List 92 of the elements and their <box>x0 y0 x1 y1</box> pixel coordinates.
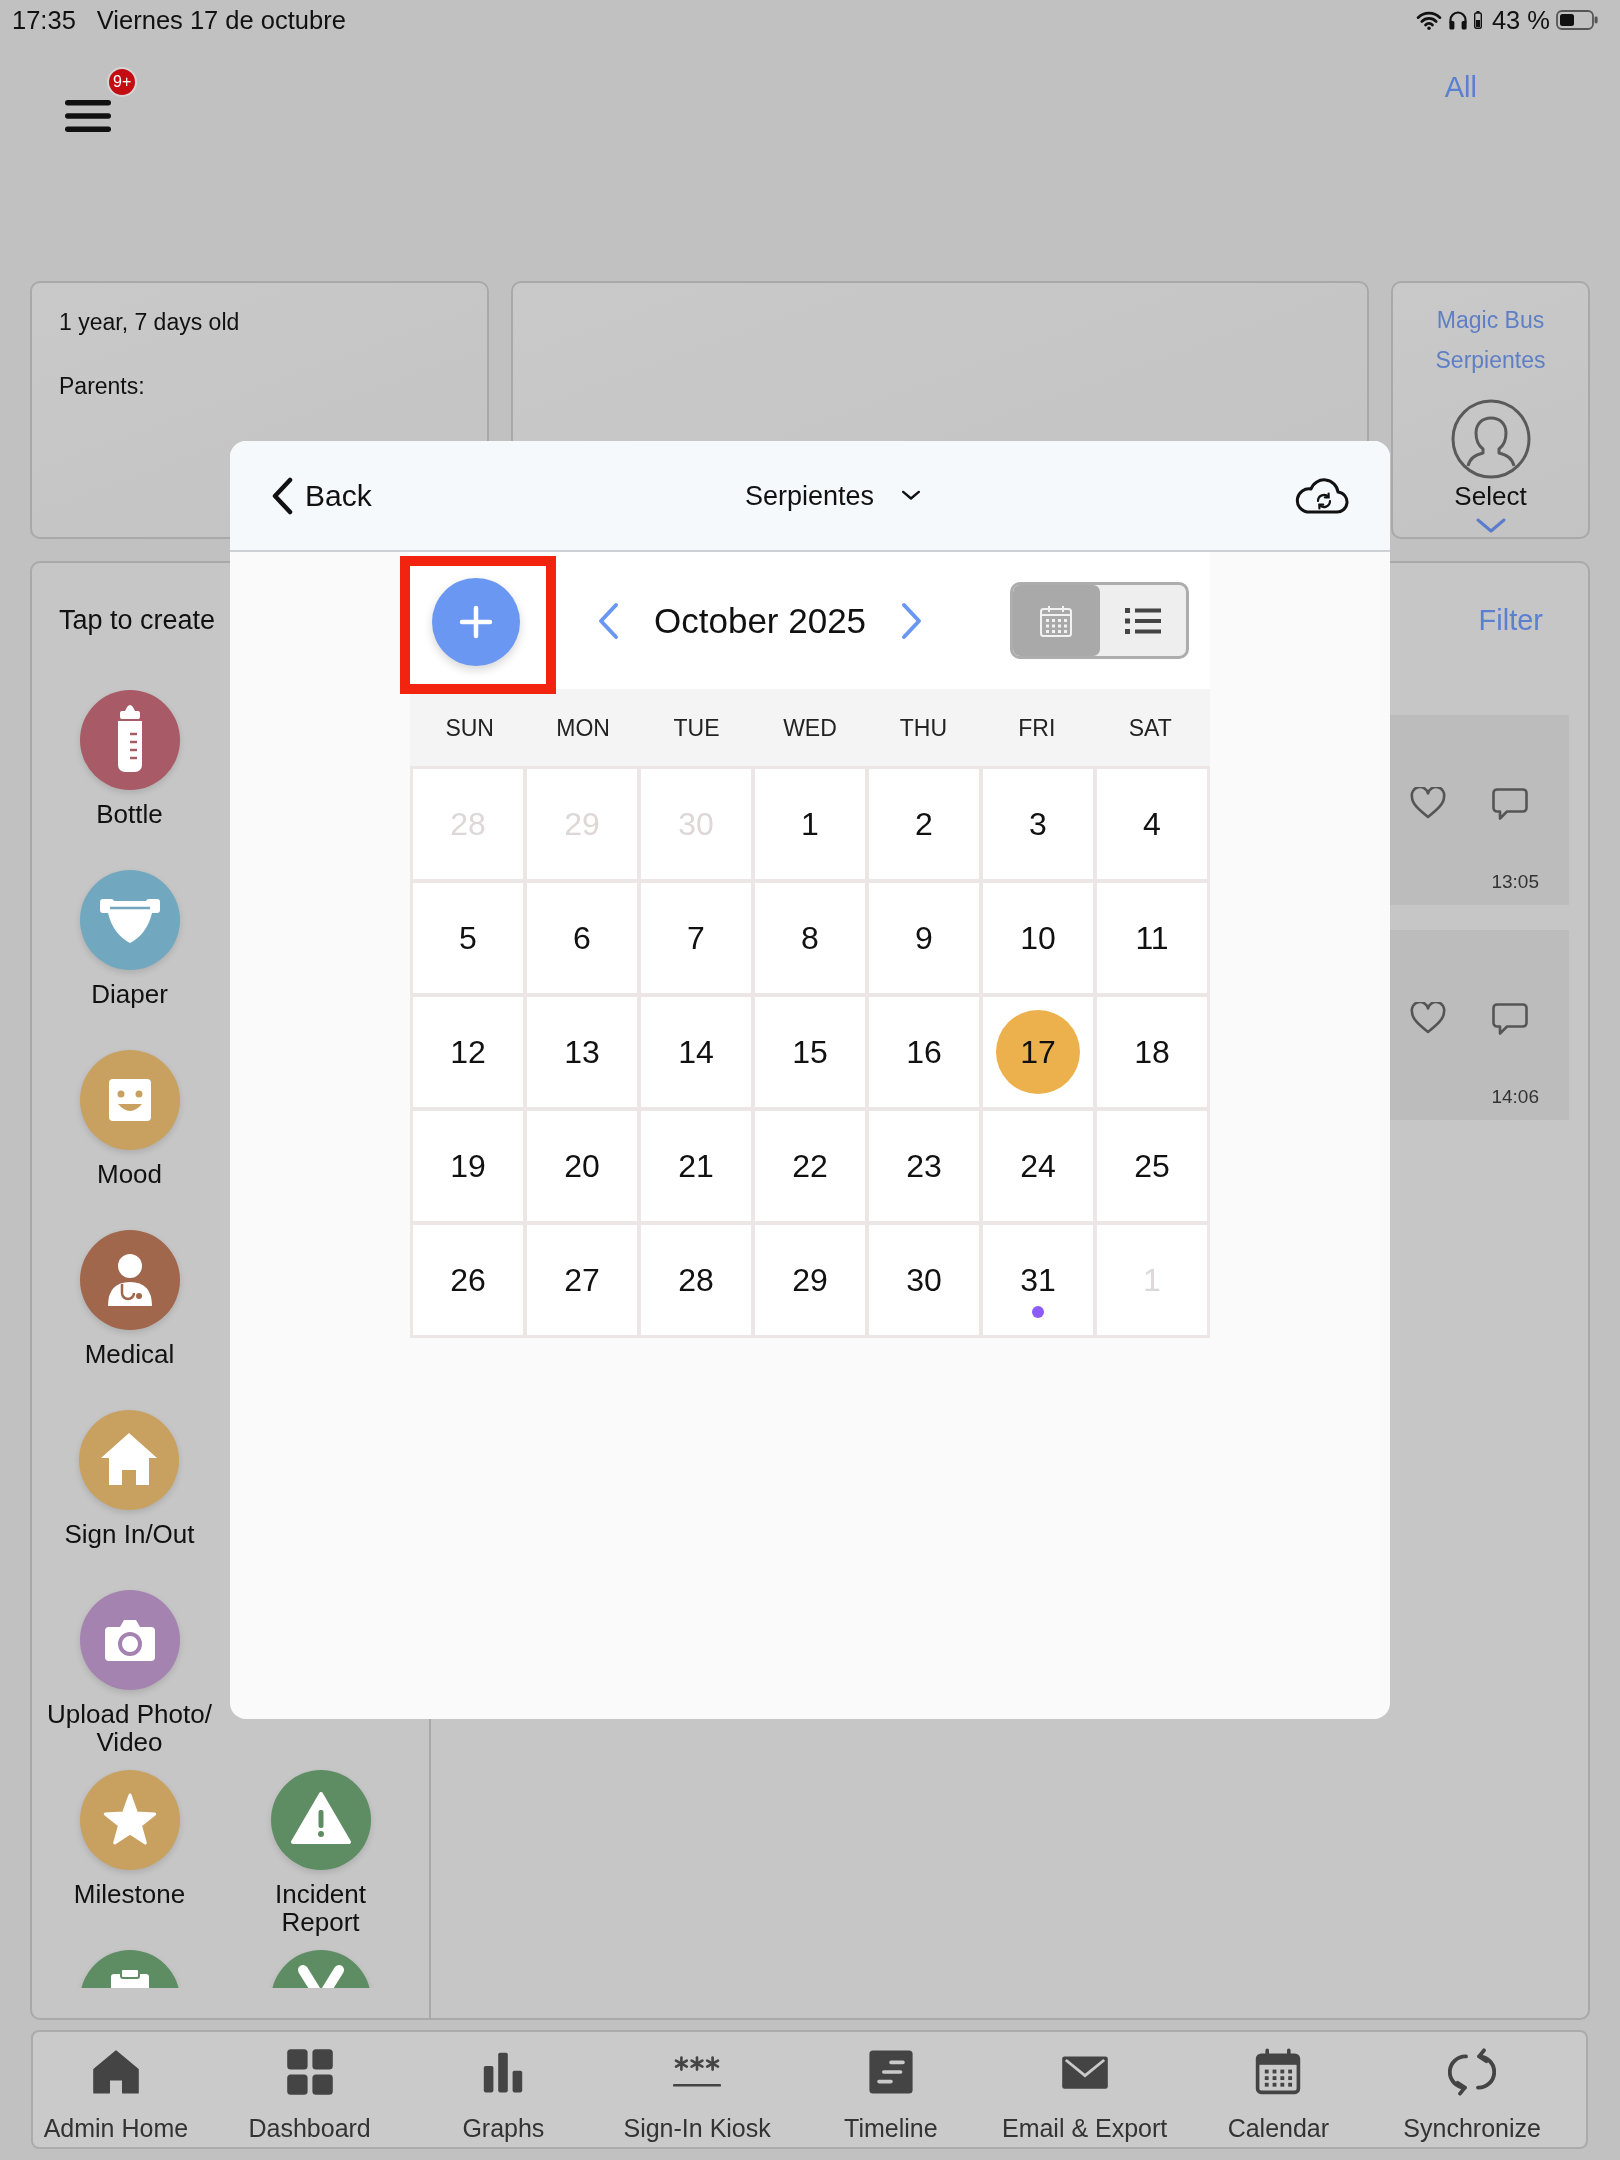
day-cell[interactable]: 19 <box>413 1111 523 1221</box>
document-icon <box>866 2048 915 2096</box>
add-button[interactable] <box>432 578 520 666</box>
weekday-label: THU <box>899 713 948 742</box>
heart-icon[interactable] <box>1410 1002 1446 1034</box>
create-action-button[interactable]: Sign In/Out <box>64 1410 195 1548</box>
day-cell[interactable]: 29 <box>755 1225 865 1335</box>
weekday-label: FRI <box>1018 713 1056 742</box>
status-time: 17:35 <box>12 5 76 35</box>
day-cell[interactable]: 26 <box>413 1225 523 1335</box>
weekday-label: WED <box>783 713 837 742</box>
day-cell[interactable]: 24 <box>983 1111 1093 1221</box>
day-cell[interactable]: 13 <box>527 997 637 1107</box>
select-button[interactable]: Select <box>1454 481 1527 511</box>
month-title: October 2025 <box>654 600 867 641</box>
day-cell[interactable]: 21 <box>641 1111 751 1221</box>
weekday-label: SUN <box>445 713 494 742</box>
tab-bar-item[interactable]: Email & Export <box>1001 2032 1168 2143</box>
day-cell[interactable]: 10 <box>983 883 1093 993</box>
home-icon <box>91 2048 140 2096</box>
day-cell[interactable]: 11 <box>1097 883 1207 993</box>
day-cell[interactable]: 18 <box>1097 997 1207 1107</box>
age-text: 1 year, 7 days old <box>59 308 240 336</box>
tab-bar-item[interactable]: Sign-In Kiosk <box>623 2032 771 2143</box>
create-action-button[interactable]: Upload Photo/Video <box>42 1590 217 1756</box>
status-date: Viernes 17 de octubre <box>96 5 346 35</box>
wifi-icon <box>1415 10 1442 30</box>
day-cell[interactable]: 2 <box>869 769 979 879</box>
day-cell[interactable]: 31 <box>983 1225 1093 1335</box>
chevron-left-icon <box>270 476 294 515</box>
chevron-down-icon <box>1475 518 1506 534</box>
tab-bar-item[interactable]: Calendar <box>1227 2032 1330 2143</box>
day-cell[interactable]: 20 <box>527 1111 637 1221</box>
panel-title: Tap to create <box>59 604 216 637</box>
plus-icon <box>459 605 493 639</box>
tab-bar-item[interactable]: Synchronize <box>1403 2032 1541 2143</box>
sync-icon <box>1448 2048 1497 2096</box>
entry-time: 13:05 <box>1491 871 1539 893</box>
calendar-icon <box>1039 603 1074 638</box>
day-cell[interactable]: 15 <box>755 997 865 1107</box>
day-cell[interactable]: 30 <box>869 1225 979 1335</box>
day-cell[interactable]: 16 <box>869 997 979 1107</box>
day-cell[interactable]: 6 <box>527 883 637 993</box>
weekday-label: TUE <box>673 713 720 742</box>
create-action-button[interactable]: Bottle <box>79 690 180 828</box>
comment-icon[interactable] <box>1491 787 1529 821</box>
group-dropdown[interactable]: Serpientes <box>698 478 921 513</box>
day-cell[interactable]: 5 <box>413 883 523 993</box>
create-action-button[interactable]: Diaper <box>79 870 180 1008</box>
day-cell[interactable]: 12 <box>413 997 523 1107</box>
tab-bar-item[interactable]: Dashboard <box>248 2032 371 2143</box>
grid-icon <box>285 2048 334 2096</box>
day-cell[interactable]: 17 <box>983 997 1093 1107</box>
day-cell[interactable]: 25 <box>1097 1111 1207 1221</box>
create-action-button[interactable]: Mood <box>79 1050 180 1188</box>
day-cell[interactable]: 3 <box>983 769 1093 879</box>
battery-icon <box>1556 10 1598 30</box>
chevron-left-icon <box>596 601 620 640</box>
day-cell[interactable]: 28 <box>641 1225 751 1335</box>
avatar-icon <box>1450 399 1531 479</box>
entry-time: 14:06 <box>1491 1086 1539 1108</box>
back-button[interactable]: Back <box>270 476 372 515</box>
create-action-button[interactable]: Milestone <box>73 1770 186 1908</box>
day-cell[interactable]: 27 <box>527 1225 637 1335</box>
day-cell[interactable]: 1 <box>755 769 865 879</box>
list-icon <box>1124 607 1161 634</box>
menu-icon[interactable] <box>65 100 111 132</box>
day-cell[interactable]: 14 <box>641 997 751 1107</box>
day-cell[interactable]: 22 <box>755 1111 865 1221</box>
create-action-button[interactable]: Medical <box>79 1230 180 1368</box>
calendar-icon <box>1254 2048 1303 2096</box>
heart-icon[interactable] <box>1410 787 1446 819</box>
day-cell[interactable]: 23 <box>869 1111 979 1221</box>
tab-bar-item[interactable]: Timeline <box>844 2032 938 2143</box>
create-action-button[interactable]: Incident Report <box>233 1770 408 1936</box>
small-battery-icon <box>1473 11 1482 29</box>
day-cell[interactable]: 9 <box>869 883 979 993</box>
day-cell[interactable]: 8 <box>755 883 865 993</box>
battery-percentage: 43 % <box>1491 5 1550 35</box>
day-cell[interactable]: 7 <box>641 883 751 993</box>
caret-icon <box>902 490 921 501</box>
notification-badge: 9+ <box>107 67 138 97</box>
comment-icon[interactable] <box>1491 1002 1529 1036</box>
day-cell[interactable]: 4 <box>1097 769 1207 879</box>
cloud-sync-icon[interactable] <box>1293 476 1349 515</box>
headphones-icon <box>1447 10 1468 30</box>
weekday-label: MON <box>556 713 610 742</box>
tab-bar-item[interactable]: Graphs <box>462 2032 545 2143</box>
previous-month-button[interactable] <box>596 601 620 640</box>
parents-label: Parents: <box>59 372 145 400</box>
weekday-label: SAT <box>1128 713 1172 742</box>
tab-bar-item[interactable]: Admin Home <box>43 2032 189 2143</box>
